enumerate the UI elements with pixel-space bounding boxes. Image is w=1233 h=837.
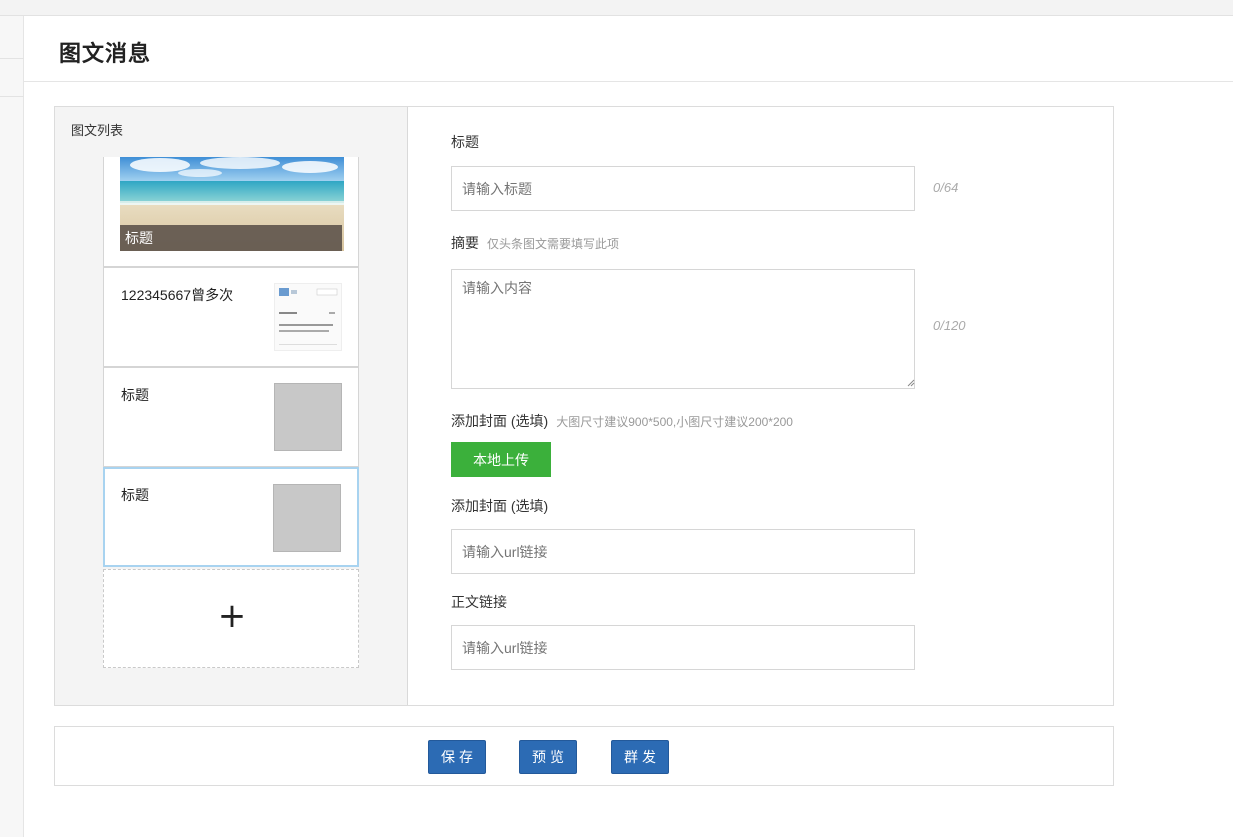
article-item-title: 标题 xyxy=(121,487,149,503)
body-link-label: 正文链接 xyxy=(451,594,507,610)
news-editor: 图文列表 标题 122345667曾多次 标题 标题 + 标题 请输入标题 0/… xyxy=(54,106,1114,706)
action-bar: 保存 预览 群发 xyxy=(54,726,1114,786)
article-cover-card[interactable]: 标题 xyxy=(103,157,359,267)
summary-textarea[interactable] xyxy=(451,269,915,389)
mass-send-button[interactable]: 群发 xyxy=(611,740,669,774)
summary-wrapper xyxy=(408,269,928,389)
summary-label: 摘要 xyxy=(451,235,479,251)
article-list-item[interactable]: 标题 xyxy=(103,367,359,467)
cover-upload-label: 添加封面 (选填) xyxy=(451,413,549,429)
summary-counter: 0/120 xyxy=(933,318,966,333)
article-list-label: 图文列表 xyxy=(71,123,124,138)
title-label: 标题 xyxy=(451,134,479,150)
title-counter: 0/64 xyxy=(933,180,959,195)
article-item-title: 标题 xyxy=(121,387,149,403)
save-button[interactable]: 保存 xyxy=(428,740,486,774)
summary-label-row: 摘要 仅头条图文需要填写此项 xyxy=(451,233,619,253)
title-input[interactable] xyxy=(451,166,915,211)
cover-size-hint: 大图尺寸建议900*500,小图尺寸建议200*200 xyxy=(556,415,793,429)
page-title: 图文消息 xyxy=(59,41,152,66)
main-content: 图文消息 图文列表 标题 122345667曾多次 标题 标题 + 标题 请输入… xyxy=(24,16,1233,837)
left-gutter xyxy=(0,16,24,837)
article-form: 标题 0/64 摘要仅头条图文需要填写此项 0/120 添加封面 (选填) 大图尺… xyxy=(408,107,1113,705)
top-strip xyxy=(0,0,1233,16)
page-header: 图文消息 xyxy=(24,16,1233,82)
add-article-button[interactable]: + xyxy=(103,569,359,668)
cover-url-input[interactable] xyxy=(451,529,915,574)
cover-caption: 标题 xyxy=(120,225,342,251)
article-list-item-selected[interactable]: 标题 xyxy=(103,467,359,567)
resize-grip-icon[interactable] xyxy=(907,379,915,387)
article-thumbnail-placeholder xyxy=(273,484,341,552)
body-link-input[interactable] xyxy=(451,625,915,670)
preview-button[interactable]: 预览 xyxy=(519,740,577,774)
summary-hint: 仅头条图文需要填写此项 xyxy=(487,237,620,251)
cover-upload-label-row: 添加封面 (选填) 大图尺寸建议900*500,小图尺寸建议200*200 xyxy=(451,411,793,431)
plus-icon: + xyxy=(217,596,247,636)
article-thumbnail-placeholder xyxy=(274,383,342,451)
local-upload-button[interactable]: 本地上传 xyxy=(451,442,551,477)
cover-url-label: 添加封面 (选填) xyxy=(451,498,549,514)
article-list-panel: 图文列表 标题 122345667曾多次 标题 标题 + xyxy=(55,107,408,705)
article-thumbnail xyxy=(274,283,342,351)
gutter-divider xyxy=(0,96,24,97)
gutter-divider xyxy=(0,58,24,59)
article-list-item[interactable]: 122345667曾多次 xyxy=(103,267,359,367)
article-item-title: 122345667曾多次 xyxy=(121,287,234,303)
